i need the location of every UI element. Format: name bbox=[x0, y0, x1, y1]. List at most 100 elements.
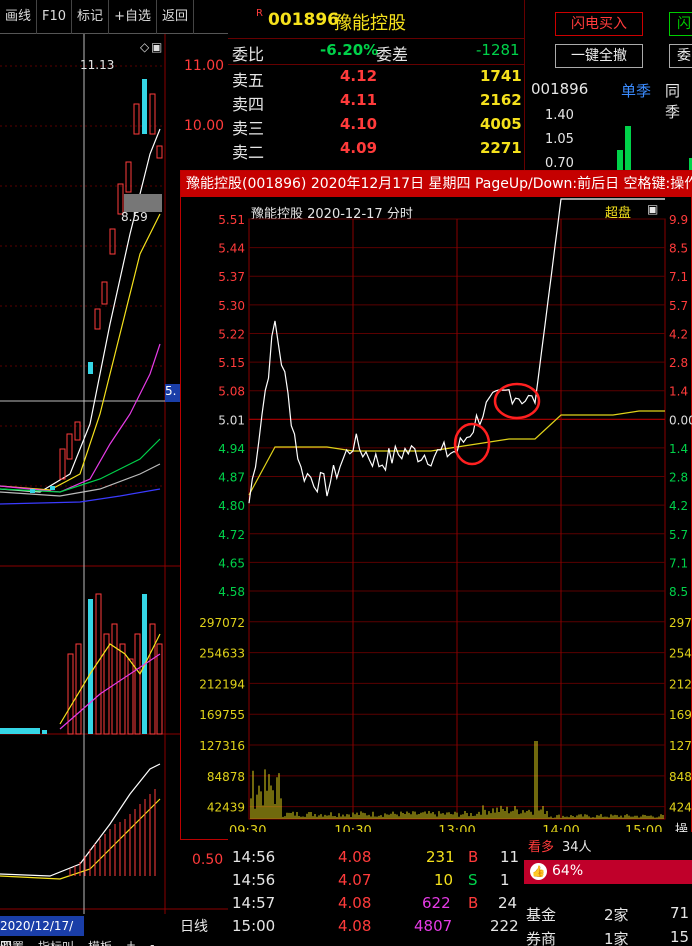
weicha-label: 委差 bbox=[376, 45, 409, 64]
price-tick-label: 4.65 bbox=[218, 556, 245, 570]
tick-price: 4.08 bbox=[338, 894, 372, 912]
percent-tick-label: 7.1 bbox=[669, 270, 688, 284]
broker-label: 券商 bbox=[526, 930, 557, 946]
tick-direction: B bbox=[468, 894, 479, 912]
percent-tick-label: 5.7 bbox=[669, 299, 688, 313]
price-tick-label: 5.44 bbox=[218, 242, 245, 256]
annotation-circle bbox=[453, 422, 491, 466]
ask-volume: 2162 bbox=[480, 91, 522, 109]
ask-row[interactable]: 卖三 4.10 4005 bbox=[228, 115, 524, 139]
price-tick-label: 5.08 bbox=[218, 385, 245, 399]
price-tick-label: 5.30 bbox=[218, 299, 245, 313]
volume-tick-label: 84878 bbox=[207, 770, 245, 784]
tick-time: 14:56 bbox=[232, 871, 276, 889]
toolbar-draw-button[interactable]: 画线 bbox=[0, 0, 38, 34]
toolbar-back-button[interactable]: 返回 bbox=[157, 0, 194, 34]
flash-buy-button[interactable]: 闪电买入 bbox=[555, 12, 643, 36]
diamond-icon[interactable]: ◇ bbox=[140, 40, 149, 54]
flash-sell-button[interactable]: 闪 bbox=[669, 12, 692, 36]
fund-value: 71 bbox=[670, 904, 690, 922]
bottom-tab[interactable]: 模板 bbox=[88, 938, 112, 946]
ask-price: 4.11 bbox=[340, 91, 378, 109]
volume-tick-label: 169755 bbox=[199, 708, 245, 722]
price-tick-label: 5.51 bbox=[218, 213, 245, 227]
price-tick-label: 4.94 bbox=[218, 442, 245, 456]
ask-volume: 1741 bbox=[480, 67, 522, 85]
bottom-tab[interactable]: 设置 bbox=[0, 938, 24, 946]
tick-row[interactable]: 14:56 4.07 10 S 1 bbox=[228, 871, 524, 893]
stock-code: 001896 bbox=[268, 10, 339, 30]
tick-count: 222 bbox=[490, 917, 519, 935]
price-label-10: 10.00 bbox=[184, 118, 225, 134]
tab-same-season[interactable]: 同季 bbox=[665, 80, 692, 122]
percent-tick-label: 8.5 bbox=[669, 585, 688, 599]
tick-volume: 622 bbox=[422, 894, 451, 912]
stock-name: 豫能控股 bbox=[334, 13, 406, 34]
volume-tick-label-right: 848 bbox=[669, 770, 692, 784]
percent-tick-label: 7.1 bbox=[669, 556, 688, 570]
toolbar-mark-button[interactable]: 标记 bbox=[72, 0, 110, 34]
price-tick-label: 4.80 bbox=[218, 499, 245, 513]
tick-count: 11 bbox=[500, 848, 520, 866]
volume-tick-label-right: 424 bbox=[669, 801, 692, 815]
volume-tick-label: 254633 bbox=[199, 647, 245, 661]
price-label-11: 11.00 bbox=[184, 58, 225, 74]
toolbar-f10-button[interactable]: F10 bbox=[37, 0, 73, 34]
tick-time: 14:56 bbox=[232, 848, 276, 866]
tick-row[interactable]: 15:00 4.08 4807 222 bbox=[228, 917, 524, 939]
ask-volume: 2271 bbox=[480, 139, 522, 157]
tick-time: 15:00 bbox=[232, 917, 276, 935]
lower-axis-label: 0.50 bbox=[192, 852, 224, 868]
mini-axis-label: 1.05 bbox=[545, 132, 574, 147]
bottom-tab[interactable]: 指标叫 bbox=[38, 938, 74, 946]
tick-price: 4.08 bbox=[338, 917, 372, 935]
stock-flag: R bbox=[256, 8, 263, 19]
date-label: 2020/12/17/四 bbox=[0, 916, 84, 946]
fund-count: 2家 bbox=[604, 906, 629, 924]
percent-tick-label: 5.7 bbox=[669, 528, 688, 542]
window-toggle-icon[interactable]: ▣ bbox=[151, 40, 162, 54]
high-annotation: 11.13 bbox=[80, 58, 115, 72]
percent-tick-label: 4.2 bbox=[669, 499, 688, 513]
tick-price: 4.07 bbox=[338, 871, 372, 889]
webi-label: 委比 bbox=[232, 45, 265, 64]
volume-tick-label-right: 212 bbox=[669, 677, 692, 691]
broker-count: 1家 bbox=[604, 930, 629, 946]
tick-price: 4.08 bbox=[338, 848, 372, 866]
tick-row[interactable]: 14:57 4.08 622 B 24 bbox=[228, 894, 524, 916]
price-tick-label: 5.37 bbox=[218, 270, 245, 284]
sentiment-panel: 看多 34人 👍 64% 基金 2家 71 券商 1家 15 bbox=[524, 832, 692, 946]
order-button[interactable]: 委 bbox=[669, 44, 692, 68]
ask-price: 4.10 bbox=[340, 115, 378, 133]
mini-axis-label: 1.40 bbox=[545, 108, 574, 123]
bottom-tab[interactable]: + bbox=[126, 938, 136, 946]
ask-row[interactable]: 卖五 4.12 1741 bbox=[228, 67, 524, 91]
ask-volume: 4005 bbox=[480, 115, 522, 133]
volume-tick-label: 297072 bbox=[199, 616, 245, 630]
tick-row[interactable]: 14:56 4.08 231 B 11 bbox=[228, 848, 524, 870]
volume-tick-label-right: 169 bbox=[669, 708, 692, 722]
tick-time: 14:57 bbox=[232, 894, 276, 912]
intraday-popup[interactable]: 豫能控股(001896) 2020年12月17日 星期四 PageUp/Down… bbox=[180, 170, 692, 840]
mini-axis-label: 0.70 bbox=[545, 156, 574, 171]
volume-tick-label-right: 127 bbox=[669, 739, 692, 753]
ask-row[interactable]: 卖二 4.09 2271 bbox=[228, 139, 524, 163]
percent-tick-label: 4.2 bbox=[669, 327, 688, 341]
chart-toolbar: 画线 F10 标记 +自选 返回 bbox=[0, 0, 228, 34]
bull-label: 看多 bbox=[528, 840, 555, 855]
bottom-tab[interactable]: - bbox=[150, 938, 154, 946]
cancel-all-button[interactable]: 一键全撤 bbox=[555, 44, 643, 68]
side-price-tag: 5. bbox=[165, 384, 181, 402]
broker-value: 15 bbox=[670, 928, 690, 946]
toolbar-add-watch-button[interactable]: +自选 bbox=[109, 0, 157, 34]
percent-tick-label: 8.5 bbox=[669, 242, 688, 256]
bottom-tabs: 设置 指标叫 模板 + - bbox=[0, 938, 228, 946]
intraday-chart-svg: 5.51 5.44 5.37 5.30 5.22 5.15 5.08 5.01 4.94 4.87… bbox=[199, 198, 692, 839]
percent-tick-label: 1.4 bbox=[669, 385, 688, 399]
price-tick-label: 4.87 bbox=[218, 471, 245, 485]
tab-single-season[interactable]: 单季 bbox=[621, 80, 651, 101]
ask-row[interactable]: 卖四 4.11 2162 bbox=[228, 91, 524, 115]
period-label[interactable]: 日线 bbox=[180, 916, 208, 936]
ask-price: 4.09 bbox=[340, 139, 378, 157]
tick-list: 14:56 4.08 231 B 11 14:56 4.07 10 S 1 14… bbox=[228, 832, 524, 946]
